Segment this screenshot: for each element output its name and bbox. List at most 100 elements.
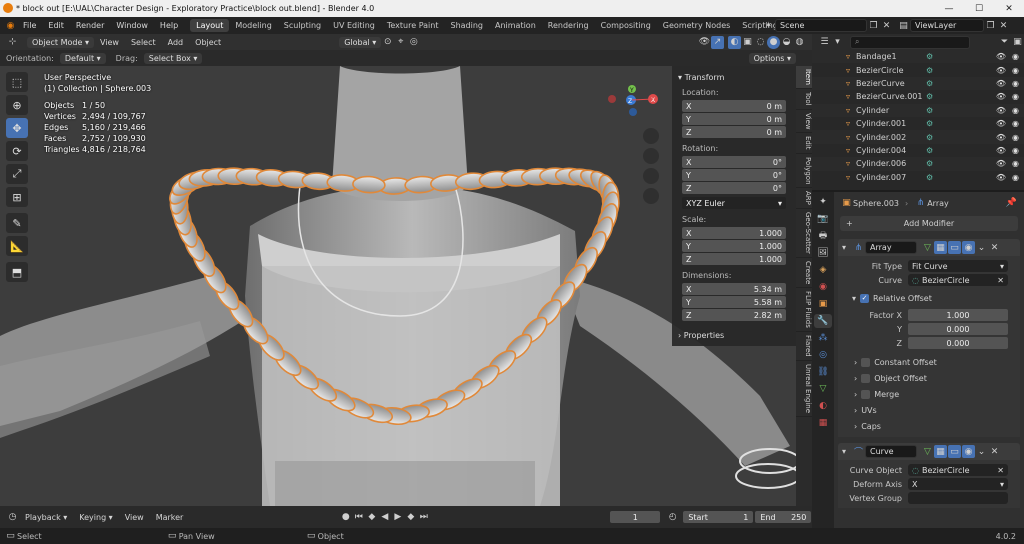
material-tab-icon[interactable]: ◐ [814, 399, 832, 413]
new-collection-icon[interactable]: ▣ [1011, 36, 1024, 49]
timeline-keying-menu[interactable]: Keying ▾ [73, 513, 118, 522]
curve-on-cage-toggle-icon[interactable]: ▦ [934, 445, 947, 458]
pin-icon[interactable]: 📌 [1005, 197, 1018, 210]
render-camera-icon[interactable]: ◉ [1012, 79, 1019, 88]
edit-mode-toggle-icon[interactable]: ▽ [921, 241, 934, 254]
menu-view[interactable]: View [94, 38, 125, 47]
move-tool[interactable]: ✥ [6, 118, 28, 138]
vertex-group-field[interactable] [908, 492, 1008, 504]
output-tab-icon[interactable]: 🖶 [814, 229, 832, 243]
factor-z-field[interactable]: 0.000 [908, 337, 1008, 349]
current-frame-field[interactable]: 1 [610, 511, 661, 523]
world-tab-icon[interactable]: ◉ [814, 280, 832, 294]
curve-render-toggle-icon[interactable]: ◉ [962, 445, 975, 458]
curve-edit-mode-toggle-icon[interactable]: ▽ [921, 445, 934, 458]
tab-view[interactable]: View [796, 110, 812, 134]
outliner-item[interactable]: ▿ Cylinder.001 ⚙ 👁 ◉ [812, 117, 1024, 130]
scale-z-field[interactable]: Z 1.000 [682, 253, 786, 265]
render-camera-icon[interactable]: ◉ [1012, 106, 1019, 115]
tab-flared[interactable]: Flared [796, 332, 812, 361]
visibility-icon[interactable]: 👁 [698, 36, 711, 49]
render-tab-icon[interactable]: 📷 [814, 212, 832, 226]
render-camera-icon[interactable]: ◉ [1012, 133, 1019, 142]
array-modifier-header[interactable]: ▾ ⋔ Array ▽ ▦ ▭ ◉ ⌄ ✕ [838, 239, 1020, 256]
next-key-icon[interactable]: ◆ [404, 511, 417, 524]
visibility-eye-icon[interactable]: 👁 [996, 66, 1006, 75]
drag-dropdown[interactable]: Select Box ▾ [143, 52, 203, 64]
menu-edit[interactable]: Edit [42, 21, 70, 30]
tab-item[interactable]: Item [796, 66, 812, 89]
render-camera-icon[interactable]: ◉ [1012, 52, 1019, 61]
mode-dropdown[interactable]: Object Mode ▾ [27, 36, 94, 48]
material-shading-icon[interactable]: ◒ [780, 36, 793, 49]
timeline-playback-menu[interactable]: Playback ▾ [19, 513, 73, 522]
tab-arp[interactable]: ARP [796, 188, 812, 210]
array-dropdown-icon[interactable]: ⌄ [975, 241, 988, 254]
outliner-search-input[interactable]: ⌕ [850, 35, 970, 49]
deform-axis-dropdown[interactable]: X ▾ [908, 478, 1008, 490]
outliner-item[interactable]: ▿ BezierCurve.001 ⚙ 👁 ◉ [812, 90, 1024, 103]
menu-help[interactable]: Help [154, 21, 184, 30]
gizmo-toggle-icon[interactable]: ↗ [711, 35, 724, 49]
outliner-item[interactable]: ▿ Cylinder.007 ⚙ 👁 ◉ [812, 171, 1024, 184]
menu-render[interactable]: Render [70, 21, 110, 30]
render-camera-icon[interactable]: ◉ [1012, 119, 1019, 128]
fit-type-dropdown[interactable]: Fit Curve ▾ [908, 260, 1008, 272]
dimensions-x-field[interactable]: X 5.34 m [682, 283, 786, 295]
play-icon[interactable]: ▶ [391, 511, 404, 524]
location-z-field[interactable]: Z0 m [682, 126, 786, 138]
physics-tab-icon[interactable]: ◎ [814, 348, 832, 362]
cursor-tool[interactable]: ⊕ [6, 95, 28, 115]
outliner-display-mode-icon[interactable]: ▾ [831, 36, 844, 49]
dimensions-y-field[interactable]: Y 5.58 m [682, 296, 786, 308]
close-button[interactable]: ✕ [994, 4, 1024, 14]
location-y-field[interactable]: Y0 m [682, 113, 786, 125]
tab-compositing[interactable]: Compositing [595, 19, 657, 32]
render-camera-icon[interactable]: ◉ [1012, 173, 1019, 182]
visibility-eye-icon[interactable]: 👁 [996, 133, 1006, 142]
view-layer-copy-icon[interactable]: ❐ [984, 19, 997, 32]
timeline-marker-menu[interactable]: Marker [150, 513, 190, 522]
view-layer-close-icon[interactable]: ✕ [997, 19, 1010, 32]
render-camera-icon[interactable]: ◉ [1012, 92, 1019, 101]
tab-tool[interactable]: Tool [796, 89, 812, 110]
maximize-button[interactable]: ☐ [964, 4, 994, 14]
curve-object-field[interactable]: ◌ BezierCircle ✕ [908, 464, 1008, 476]
rotation-x-field[interactable]: X 0° [682, 156, 786, 168]
menu-file[interactable]: File [17, 21, 42, 30]
timeline-editor-icon[interactable]: ◷ [6, 511, 19, 524]
start-frame-field[interactable]: Start 1 [683, 511, 754, 523]
relative-offset-checkbox[interactable]: ✓ [860, 293, 870, 303]
visibility-eye-icon[interactable]: 👁 [996, 173, 1006, 182]
viewport-toggle-icon[interactable]: ▭ [948, 241, 961, 254]
data-tab-icon[interactable]: ▽ [814, 382, 832, 396]
curve-modifier-name-field[interactable]: Curve [865, 445, 917, 458]
relative-offset-header[interactable]: ▾ ✓ Relative Offset [838, 291, 1020, 305]
visibility-eye-icon[interactable]: 👁 [996, 79, 1006, 88]
solid-shading-icon[interactable]: ● [767, 35, 780, 49]
options-dropdown[interactable]: Options ▾ [748, 52, 796, 64]
render-camera-icon[interactable]: ◉ [1012, 159, 1019, 168]
transform-orientation-dropdown[interactable]: Global ▾ [339, 36, 382, 48]
render-toggle-icon[interactable]: ◉ [962, 241, 975, 254]
rotation-y-field[interactable]: Y 0° [682, 169, 786, 181]
scene-icon[interactable]: ✶ [762, 19, 775, 32]
jump-start-icon[interactable]: ⏮ [352, 511, 365, 524]
visibility-eye-icon[interactable]: 👁 [996, 92, 1006, 101]
render-camera-icon[interactable]: ◉ [1012, 146, 1019, 155]
scene-close-icon[interactable]: ✕ [880, 19, 893, 32]
outliner-item[interactable]: ▿ Cylinder.006 ⚙ 👁 ◉ [812, 157, 1024, 171]
view-layer-field[interactable]: ViewLayer [910, 19, 984, 32]
view-layer-icon[interactable]: ▤ [897, 19, 910, 32]
factor-x-field[interactable]: 1.000 [908, 309, 1008, 321]
scale-y-field[interactable]: Y 1.000 [682, 240, 786, 252]
texture-tab-icon[interactable]: ▦ [814, 416, 832, 430]
tab-sculpting[interactable]: Sculpting [278, 19, 327, 32]
tab-geometry-nodes[interactable]: Geometry Nodes [657, 19, 736, 32]
tab-rendering[interactable]: Rendering [542, 19, 595, 32]
curve-remove-icon[interactable]: ✕ [988, 445, 1001, 458]
transform-tool[interactable]: ⊞ [6, 187, 28, 207]
select-box-tool[interactable]: ⬚ [6, 72, 28, 92]
constraints-tab-icon[interactable]: ⛓ [814, 365, 832, 379]
annotate-tool[interactable]: ✎ [6, 213, 28, 233]
